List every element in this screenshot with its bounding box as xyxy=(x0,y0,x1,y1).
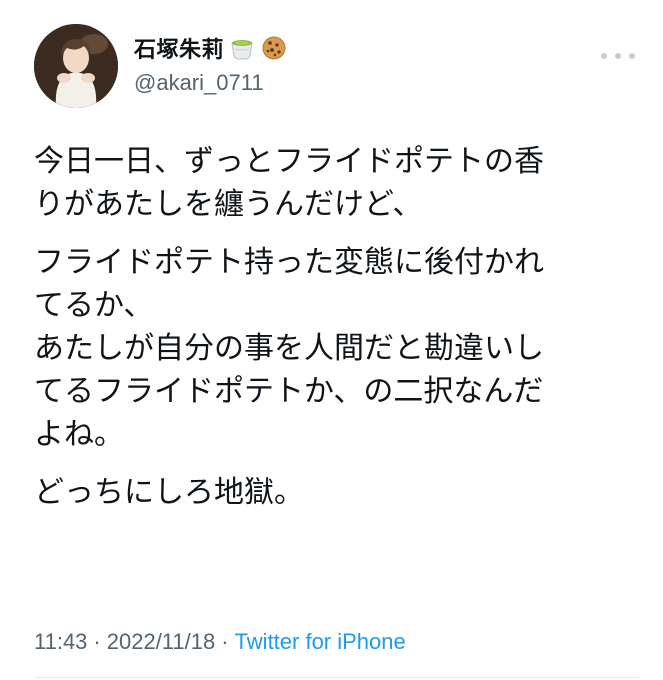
more-dot-icon xyxy=(601,53,607,59)
tweet-header: 石塚朱莉 @akari_0711 xyxy=(34,24,639,108)
tweet-date[interactable]: 2022/11/18 xyxy=(107,629,215,655)
metadata-separator: · xyxy=(93,629,101,654)
avatar[interactable] xyxy=(34,24,118,108)
metadata-separator: · xyxy=(221,629,229,654)
tweet-time[interactable]: 11:43 xyxy=(34,629,87,655)
tweet-paragraph: フライドポテト持った変態に後付かれ てるか、 あたしが自分の事を人間だと勘違いし… xyxy=(34,245,544,452)
divider xyxy=(34,677,639,678)
green-tea-icon xyxy=(228,34,256,62)
more-dot-icon xyxy=(615,53,621,59)
tweet-source-link[interactable]: Twitter for iPhone xyxy=(235,629,406,655)
more-dot-icon xyxy=(629,53,635,59)
more-options-button[interactable] xyxy=(601,46,635,66)
tweet-paragraph: 今日一日、ずっとフライドポテトの香 りがあたしを纏うんだけど、 xyxy=(34,144,544,222)
tweet-metadata: 11:43 · 2022/11/18 · Twitter for iPhone xyxy=(34,624,406,660)
tweet-text: 今日一日、ずっとフライドポテトの香 りがあたしを纏うんだけど、 フライドポテト持… xyxy=(34,140,634,514)
author-info: 石塚朱莉 @akari_0711 xyxy=(134,32,288,96)
tweet-paragraph: どっちにしろ地獄。 xyxy=(34,475,304,510)
user-handle[interactable]: @akari_0711 xyxy=(134,70,288,96)
cookie-icon xyxy=(260,34,288,62)
display-name[interactable]: 石塚朱莉 xyxy=(134,32,224,64)
avatar-photo xyxy=(34,24,118,108)
display-name-row[interactable]: 石塚朱莉 xyxy=(134,32,288,64)
tweet-card: 石塚朱莉 @akari_0711 今日一日、ずっとフライドポテトの香 りがあたし… xyxy=(0,0,663,680)
